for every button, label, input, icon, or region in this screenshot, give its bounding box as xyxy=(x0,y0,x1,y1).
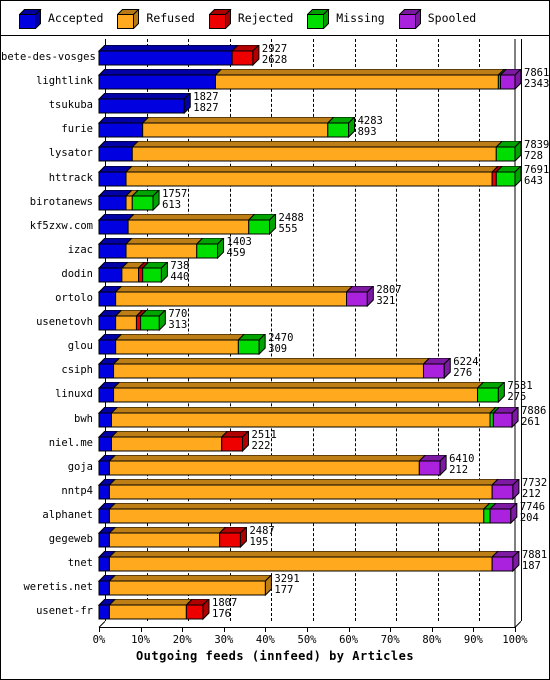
bar-value-total: 2927 xyxy=(261,43,288,55)
bar-value-total: 1807 xyxy=(212,597,238,610)
legend-label: Accepted xyxy=(48,11,104,25)
bar-value-offered: 440 xyxy=(170,270,190,283)
x-axis-tick-label: 0% xyxy=(92,634,106,647)
bar-value-total: 738 xyxy=(170,259,190,272)
bar-row xyxy=(97,599,210,621)
bar-value-offered: 212 xyxy=(521,487,541,500)
legend-item-accepted: Accepted xyxy=(19,9,104,29)
bar-value-total: 7746 xyxy=(519,500,546,513)
x-axis-tick-label: 70% xyxy=(380,634,400,647)
bar-value-offered: 2628 xyxy=(261,54,288,66)
bar-value-total: 2488 xyxy=(278,211,304,224)
bar-value-total: 7861 xyxy=(524,67,550,80)
bar-value-offered: 177 xyxy=(274,584,294,597)
bar-value-offered: 187 xyxy=(521,560,541,573)
bar-value-total: 6410 xyxy=(449,452,475,465)
bar-value-offered: 313 xyxy=(168,319,188,332)
bar-value-total: 2487 xyxy=(249,525,275,537)
x-axis-tick-label: 30% xyxy=(214,634,234,647)
cube-icon xyxy=(208,9,232,29)
bar-value-offered: 275 xyxy=(507,391,527,404)
legend-label: Spooled xyxy=(427,11,477,25)
x-axis-tick-label: 20% xyxy=(172,634,192,647)
bar-value-total: 1757 xyxy=(162,187,188,200)
bar-value-offered: 643 xyxy=(524,174,543,187)
bar-value-total: 7881 xyxy=(521,549,548,562)
bar-value-total: 1827 xyxy=(193,91,219,104)
x-axis-tick-label: 60% xyxy=(339,634,359,647)
bar-value-offered: 459 xyxy=(226,246,246,259)
cube-icon xyxy=(19,9,42,29)
bar-value-total: 7691 xyxy=(524,163,550,176)
bar-value-offered: 613 xyxy=(162,198,182,211)
legend-label: Rejected xyxy=(237,11,294,25)
bar-value-total: 7886 xyxy=(521,404,547,417)
legend-item-spooled: Spooled xyxy=(398,9,477,29)
bar-value-total: 4283 xyxy=(357,115,383,128)
bar-value-offered: 555 xyxy=(278,222,298,235)
bar-value-offered: 321 xyxy=(376,295,396,307)
bar-value-offered: 276 xyxy=(453,367,473,380)
legend-item-missing: Missing xyxy=(307,9,385,29)
bar-value-total: 7531 xyxy=(507,380,533,393)
bar-value-offered: 176 xyxy=(212,608,231,621)
bar-value-offered: 222 xyxy=(251,439,271,452)
chart-legend: Accepted Refused Rejected Missing Spooled xyxy=(1,1,549,36)
bar-value-offered: 309 xyxy=(268,343,288,356)
bar-value-total: 3291 xyxy=(274,573,300,586)
bar-value-total: 2511 xyxy=(251,428,277,441)
bar-value-offered: 204 xyxy=(519,511,539,524)
x-axis-tick-label: 100% xyxy=(502,634,528,647)
bar-value-total: 2807 xyxy=(376,284,402,296)
plot-area: 0% 10% 20% 30% 40% 50% 60% 70% 80% 90% 100% bete-de… xyxy=(1,35,549,679)
legend-label: Refused xyxy=(146,11,195,25)
cube-icon xyxy=(307,9,330,29)
bar-value-offered: 261 xyxy=(521,415,541,428)
bar-value-total: 770 xyxy=(168,308,188,321)
x-axis-tick-label: 50% xyxy=(297,634,317,647)
x-axis-tick-label: 80% xyxy=(422,634,442,647)
bar-value-total: 6224 xyxy=(453,356,479,369)
bar-value-offered: 195 xyxy=(249,536,269,548)
bar-value-total: 7839 xyxy=(524,139,550,152)
chart-frame: Accepted Refused Rejected Missing Spooled 0%… xyxy=(0,0,550,680)
bar-value-offered: 212 xyxy=(449,463,469,476)
legend-item-refused: Refused xyxy=(117,9,195,29)
cube-icon xyxy=(117,9,141,29)
cube-icon xyxy=(398,9,422,29)
bar-value-offered: 1827 xyxy=(193,102,219,115)
x-axis-tick-label: 40% xyxy=(255,634,275,647)
x-axis-tick-label: 90% xyxy=(463,634,483,647)
bar-value-offered: 2343 xyxy=(524,78,550,91)
x-axis-title: Outgoing feeds (innfeed) by Articles xyxy=(135,649,415,664)
legend-item-rejected: Rejected xyxy=(208,9,294,29)
bar-value-total: 7732 xyxy=(521,476,548,489)
bar-value-offered: 893 xyxy=(357,126,377,139)
legend-label: Missing xyxy=(336,11,385,25)
x-axis-tick-label: 10% xyxy=(131,634,151,647)
bar-value-offered: 728 xyxy=(524,150,543,163)
bar-value-total: 1403 xyxy=(226,235,252,248)
bar-value-total: 2470 xyxy=(268,332,294,345)
